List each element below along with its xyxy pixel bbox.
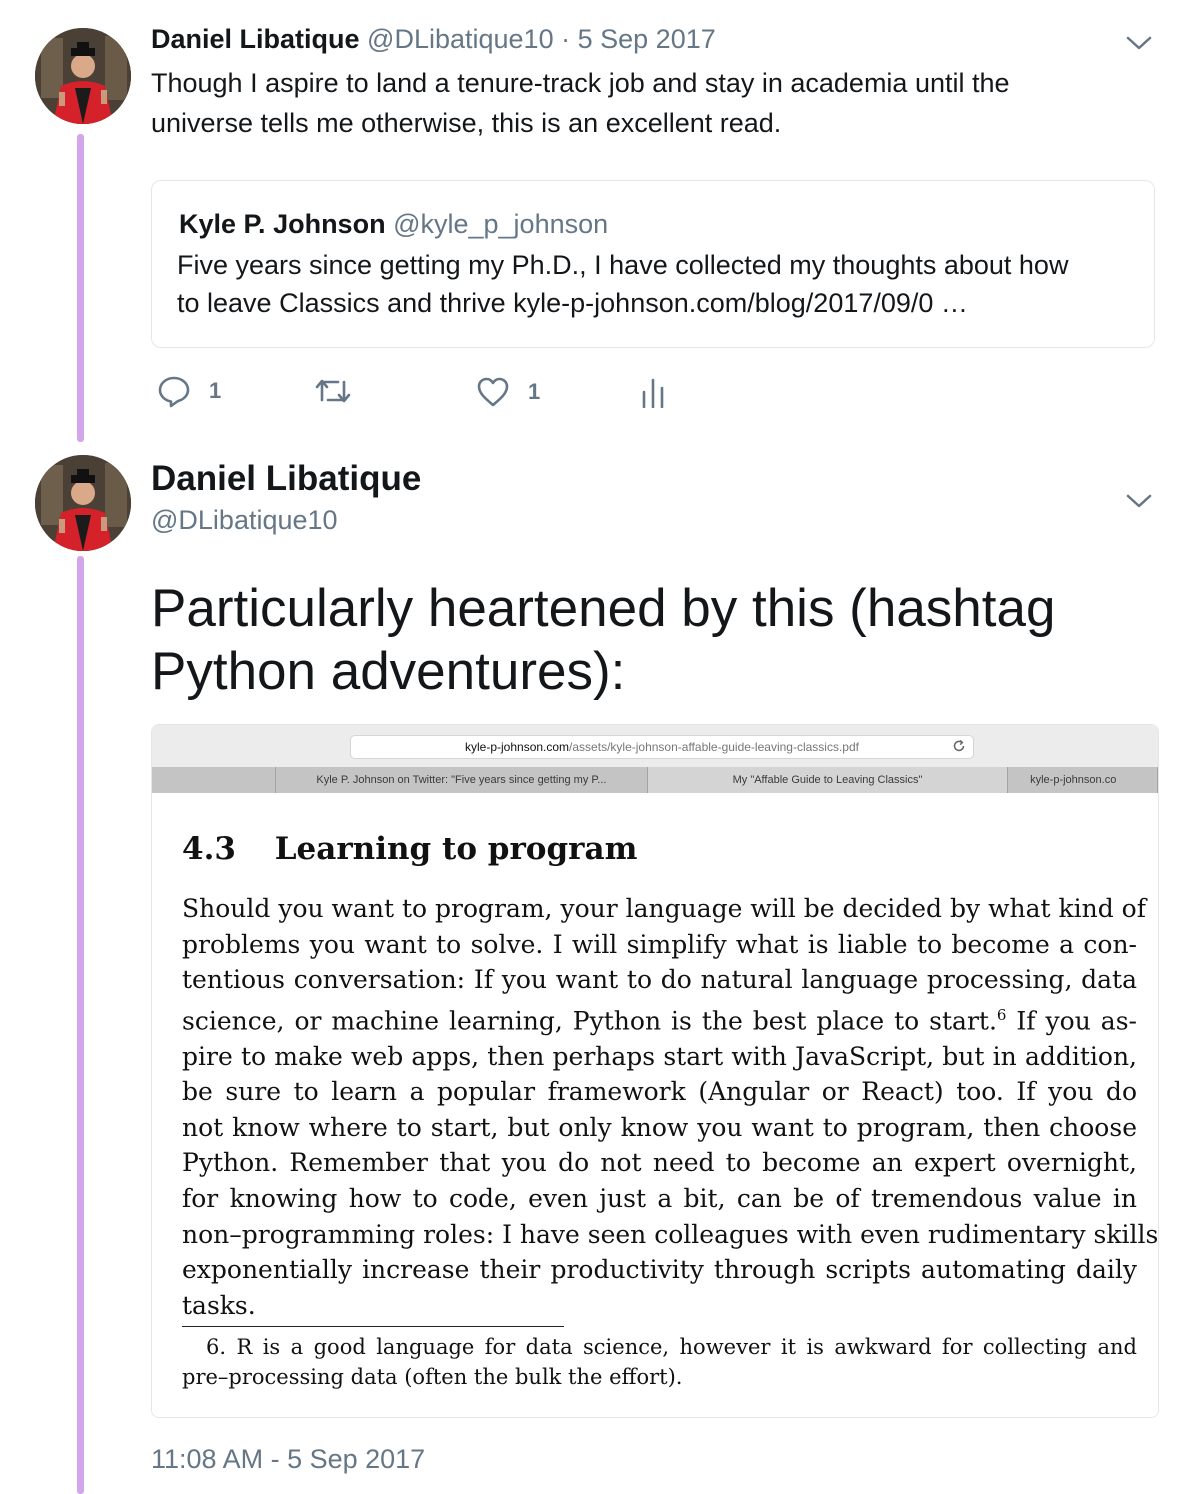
paragraph-line: pire to make web apps, then perhaps star… [182, 1041, 1137, 1071]
url-domain: kyle-p-johnson.com [465, 740, 570, 754]
paragraph-text: science, or machine learning, Python is … [182, 1006, 997, 1036]
reply-icon [158, 376, 190, 408]
avatar-image [35, 28, 131, 124]
thread-line [77, 556, 84, 1494]
reply-button[interactable]: 1 [157, 374, 221, 408]
like-button[interactable]: 1 [476, 376, 540, 408]
quoted-tweet-card[interactable]: Kyle P. Johnson @kyle_p_johnson Five yea… [151, 180, 1155, 348]
author-name[interactable]: Daniel Libatique [151, 459, 421, 499]
pdf-page: 4.3 Learning to program Should you want … [152, 793, 1158, 1417]
quoted-text-line: Five years since getting my Ph.D., I hav… [177, 250, 1069, 280]
url-path: /assets/kyle-johnson-affable-guide-leavi… [569, 740, 859, 754]
author-name[interactable]: Daniel Libatique [151, 24, 360, 54]
chevron-down-icon[interactable] [1124, 490, 1154, 510]
tweet-text-line: Python adventures): [151, 642, 626, 701]
paragraph: Should you want to program, your languag… [182, 891, 1159, 1323]
paragraph-line: tasks. [182, 1290, 256, 1320]
tweet1-header: Daniel Libatique @DLibatique10 · 5 Sep 2… [151, 24, 716, 55]
quoted-tweet-text: Five years since getting my Ph.D., I hav… [177, 246, 1068, 322]
tweet-text-line: Particularly heartened by this (hashtag [151, 579, 1056, 638]
reply-count: 1 [209, 378, 222, 403]
tab-site[interactable]: kyle-p-johnson.co [1008, 767, 1158, 793]
tweet-date[interactable]: 5 Sep 2017 [578, 24, 716, 54]
tweet1-text: Though I aspire to land a tenure-track j… [151, 63, 1010, 143]
quoted-author-name: Kyle P. Johnson [179, 209, 386, 239]
section-title: Learning to program [274, 831, 638, 867]
tweet2-text: Particularly heartened by this (hashtag … [151, 577, 1055, 703]
browser-tabs: Kyle P. Johnson on Twitter: "Five years … [152, 767, 1158, 794]
paragraph-line: Python. Remember that you do not need to… [182, 1148, 1137, 1178]
avatar-image [35, 455, 131, 551]
section-number: 4.3 [182, 831, 236, 867]
avatar[interactable] [35, 455, 131, 551]
tweet-timestamp[interactable]: 11:08 AM - 5 Sep 2017 [151, 1444, 425, 1475]
paragraph-line: Should you want to program, your languag… [182, 894, 1146, 923]
avatar[interactable] [35, 28, 131, 124]
like-count: 1 [528, 379, 541, 404]
analytics-icon[interactable] [641, 378, 665, 408]
paragraph-text: If you as- [1006, 1006, 1137, 1036]
media-image[interactable]: kyle-p-johnson.com/assets/kyle-johnson-a… [151, 724, 1159, 1418]
footnote-line: pre–processing data (often the bulk the … [182, 1365, 683, 1389]
footnote-line: 6. R is a good language for data science… [206, 1335, 1137, 1359]
tab-twitter[interactable]: Kyle P. Johnson on Twitter: "Five years … [276, 767, 648, 793]
paragraph-line: exponentially increase their productivit… [182, 1255, 1137, 1285]
tweet-text-line: universe tells me otherwise, this is an … [151, 108, 782, 138]
author-handle[interactable]: @DLibatique10 [151, 505, 338, 536]
paragraph-line: non–programming roles: I have seen colle… [182, 1219, 1159, 1249]
quoted-tweet-header: Kyle P. Johnson @kyle_p_johnson [179, 209, 608, 240]
paragraph-line: for knowing how to code, even just a bit… [182, 1184, 1137, 1214]
retweet-icon [315, 379, 351, 403]
paragraph-line: science, or machine learning, Python is … [182, 998, 1137, 1039]
tweet-text-line: Though I aspire to land a tenure-track j… [151, 68, 1010, 98]
tab-blank[interactable] [152, 767, 276, 793]
quoted-text-line: to leave Classics and thrive kyle-p-john… [177, 288, 968, 318]
tab-affable-guide[interactable]: My "Affable Guide to Leaving Classics" [647, 767, 1009, 793]
paragraph-line: be sure to learn a popular framework (An… [182, 1077, 1137, 1107]
thread-line [77, 134, 84, 442]
paragraph-line: problems you want to solve. I will simpl… [182, 929, 1137, 959]
reload-icon[interactable] [952, 739, 966, 753]
section-heading: 4.3 Learning to program [182, 831, 637, 867]
browser-toolbar: kyle-p-johnson.com/assets/kyle-johnson-a… [152, 725, 1158, 768]
paragraph-line: tentious conversation: If you want to do… [182, 965, 1137, 995]
heart-icon [477, 377, 509, 407]
footnote-rule [182, 1326, 564, 1327]
address-bar[interactable]: kyle-p-johnson.com/assets/kyle-johnson-a… [350, 735, 974, 759]
footnote: 6. R is a good language for data science… [182, 1332, 1137, 1392]
separator: · [561, 24, 571, 54]
quoted-author-handle: @kyle_p_johnson [393, 209, 609, 239]
retweet-button[interactable] [314, 376, 352, 406]
author-handle[interactable]: @DLibatique10 [367, 24, 554, 54]
paragraph-line: not know where to start, but only know y… [182, 1112, 1137, 1142]
chevron-down-icon[interactable] [1124, 32, 1154, 52]
